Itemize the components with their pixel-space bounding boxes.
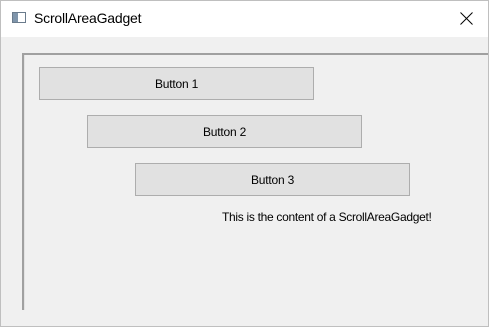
title-bar[interactable]: ScrollAreaGadget (1, 1, 488, 37)
window-app-icon (12, 12, 26, 23)
app-window: ScrollAreaGadget Button 1 Button 2 Butto… (0, 0, 489, 327)
close-button[interactable] (446, 1, 488, 37)
button-2[interactable]: Button 2 (87, 115, 362, 148)
button-3[interactable]: Button 3 (135, 163, 410, 196)
scroll-area-content-text: This is the content of a ScrollAreaGadge… (222, 210, 432, 224)
scroll-area-gadget[interactable]: Button 1 Button 2 Button 3 This is the c… (22, 53, 488, 310)
window-title: ScrollAreaGadget (34, 10, 142, 26)
button-1[interactable]: Button 1 (39, 67, 314, 100)
close-icon (460, 12, 473, 25)
